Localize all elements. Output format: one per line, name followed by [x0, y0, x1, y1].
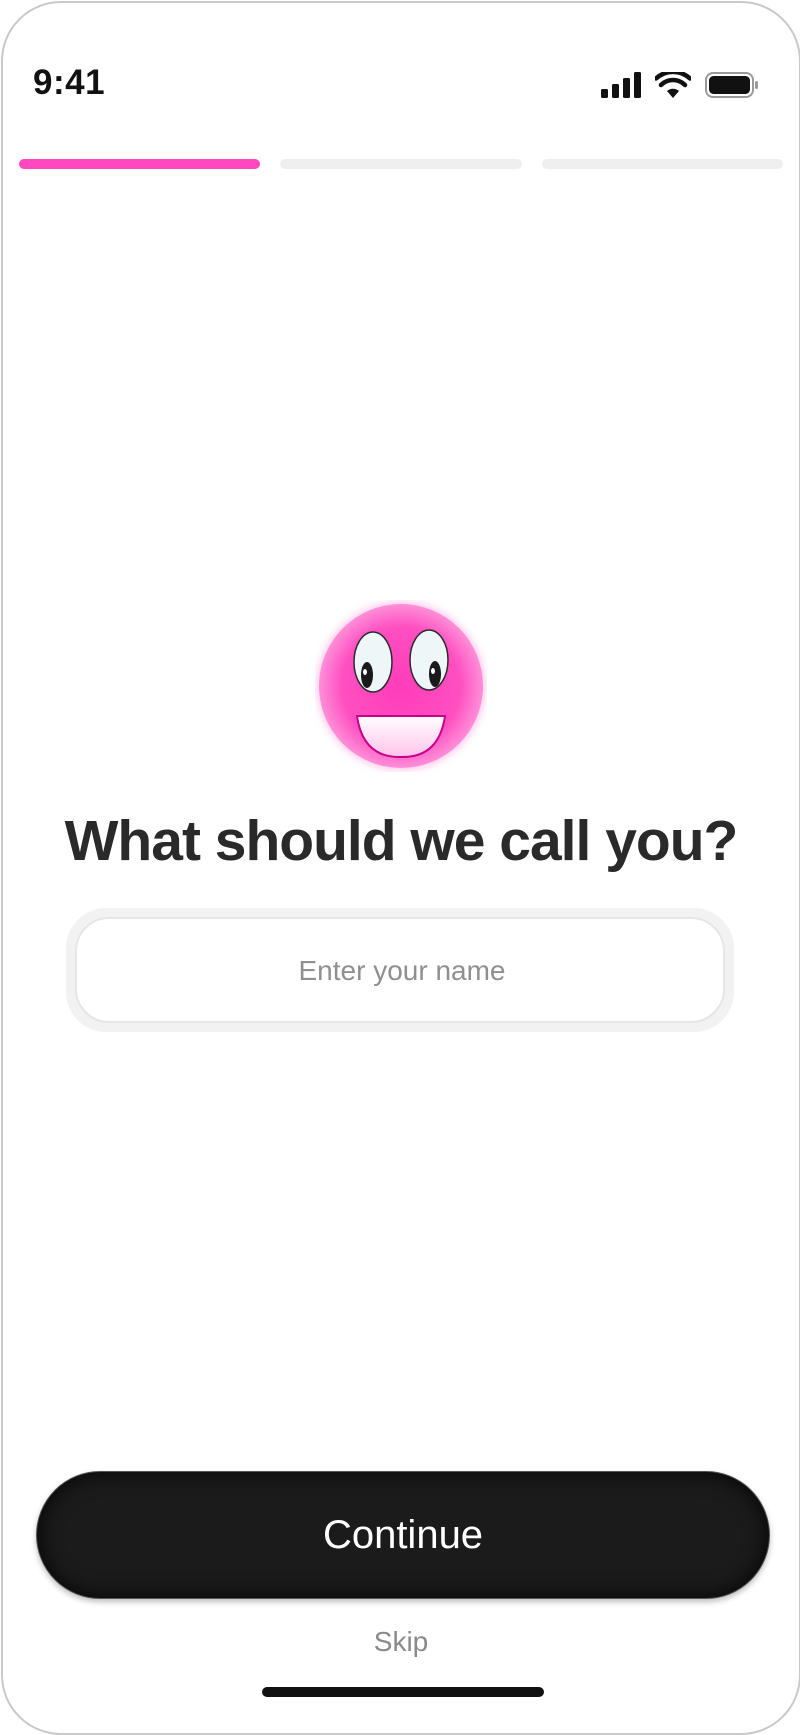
battery-icon	[705, 72, 758, 98]
progress-segment-1	[19, 159, 261, 169]
progress-segment-3	[541, 159, 783, 169]
phone-frame: 9:41 What should we call you? Enter your…	[1, 1, 800, 1735]
smiling-face-icon	[317, 602, 485, 770]
cellular-signal-icon	[601, 72, 641, 98]
progress-segment-2	[280, 159, 522, 169]
status-time: 9:41	[33, 63, 106, 102]
name-input[interactable]	[77, 919, 727, 1023]
home-indicator	[262, 1687, 544, 1697]
name-field-container	[66, 908, 734, 1032]
onboarding-progress	[19, 159, 783, 169]
continue-button[interactable]: Continue	[36, 1471, 770, 1599]
wifi-icon	[655, 72, 691, 98]
page-title: What should we call you?	[64, 809, 739, 873]
status-icons	[601, 72, 759, 98]
name-field-box	[75, 917, 727, 1023]
skip-link[interactable]: Skip	[3, 1626, 799, 1658]
